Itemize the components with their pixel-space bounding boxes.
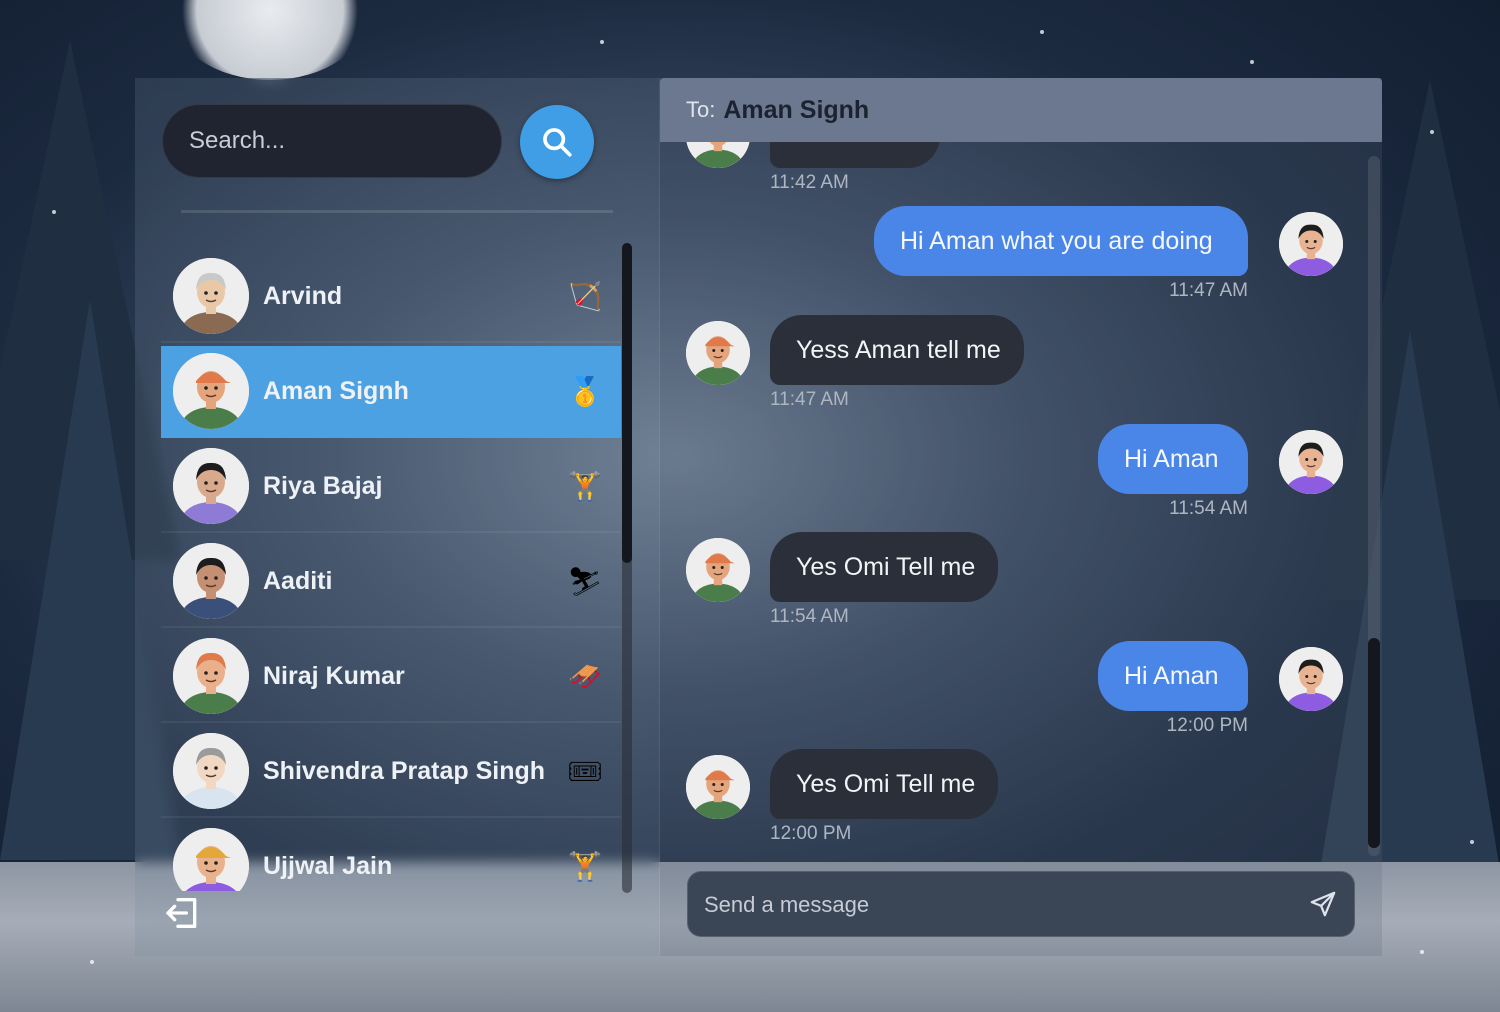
contact-item[interactable]: Shivendra Pratap Singh 🎟: [161, 726, 621, 818]
avatar: [173, 733, 249, 809]
logout-icon[interactable]: [163, 893, 203, 933]
contact-name: Riya Bajaj: [263, 471, 383, 500]
activity-emoji-icon: 🏹: [567, 280, 603, 312]
avatar: [173, 258, 249, 334]
contact-name: Shivendra Pratap Singh: [263, 756, 546, 785]
to-label: To:: [686, 97, 716, 122]
contact-item[interactable]: Aman Signh 🥇: [161, 346, 621, 438]
message-timestamp: 11:54 AM: [770, 606, 849, 627]
contact-name: Aman Signh: [263, 376, 409, 405]
avatar: [1279, 647, 1343, 711]
activity-emoji-icon: ⛷: [567, 565, 603, 597]
chat-scrollbar-thumb[interactable]: [1368, 638, 1380, 848]
contact-item[interactable]: Riya Bajaj 🏋: [161, 441, 621, 533]
message-bubble: Hi Aman what you are doing: [874, 206, 1248, 276]
avatar: [173, 638, 249, 714]
message-bubble: Yes Omi Tell me: [770, 749, 998, 819]
incoming-message: Yess Aman tell me 11:47 AM: [660, 315, 1370, 425]
chat-header: To: Aman Signh: [660, 78, 1382, 142]
send-icon: [1310, 891, 1336, 916]
message-list: 11:42 AM Hi Aman what you are doing 11:47 …: [660, 142, 1370, 854]
message-bubble: Hi Aman: [1098, 641, 1248, 711]
avatar: [686, 538, 750, 602]
avatar: [1279, 212, 1343, 276]
activity-emoji-icon: 🛷: [567, 660, 603, 692]
message-composer: [687, 871, 1355, 938]
avatar: [173, 828, 249, 891]
search-input[interactable]: [162, 104, 502, 178]
contact-list: Arvind 🏹 Aman Signh 🥇 Riya Bajaj 🏋 Aaditi ⛷ Nira…: [161, 251, 621, 891]
contacts-sidebar: Arvind 🏹 Aman Signh 🥇 Riya Bajaj 🏋 Aaditi ⛷ Nira…: [135, 78, 660, 956]
activity-emoji-icon: 🏋: [567, 850, 603, 882]
incoming-message: 11:42 AM: [660, 142, 1370, 208]
avatar: [173, 353, 249, 429]
contact-name: Ujjwal Jain: [263, 851, 393, 880]
contact-name: Arvind: [263, 281, 343, 310]
message-input[interactable]: [688, 872, 1306, 938]
incoming-message: Yes Omi Tell me 11:54 AM: [660, 532, 1370, 642]
message-timestamp: 11:47 AM: [1169, 280, 1248, 301]
message-timestamp: 11:47 AM: [770, 389, 849, 410]
moon-sleigh-decoration: [170, 0, 370, 80]
message-bubble: [770, 142, 940, 168]
message-bubble: Hi Aman: [1098, 424, 1248, 494]
outgoing-message: Hi Aman what you are doing 11:47 AM: [660, 206, 1370, 316]
contact-item[interactable]: Aaditi ⛷: [161, 536, 621, 628]
search-icon: [543, 128, 572, 157]
outgoing-message: Hi Aman 12:00 PM: [660, 641, 1370, 751]
search-button[interactable]: [520, 105, 594, 179]
contact-list-scrollbar-thumb[interactable]: [622, 243, 632, 563]
message-timestamp: 11:42 AM: [770, 172, 849, 193]
contact-item[interactable]: Ujjwal Jain 🏋: [161, 821, 621, 891]
activity-emoji-icon: 🥇: [567, 375, 603, 407]
chat-panel: To: Aman Signh 11:42 AM Hi Aman what you …: [660, 78, 1382, 956]
avatar: [686, 755, 750, 819]
activity-emoji-icon: 🎟: [567, 755, 603, 787]
avatar: [686, 142, 750, 168]
incoming-message: Yes Omi Tell me 12:00 PM: [660, 749, 1370, 854]
avatar: [686, 321, 750, 385]
outgoing-message: Hi Aman 11:54 AM: [660, 424, 1370, 534]
avatar: [173, 543, 249, 619]
avatar: [1279, 430, 1343, 494]
contact-name: Niraj Kumar: [263, 661, 405, 690]
contact-item[interactable]: Niraj Kumar 🛷: [161, 631, 621, 723]
message-bubble: Yess Aman tell me: [770, 315, 1024, 385]
send-button[interactable]: [1306, 888, 1340, 922]
divider: [181, 210, 613, 213]
message-bubble: Yes Omi Tell me: [770, 532, 998, 602]
activity-emoji-icon: 🏋: [567, 470, 603, 502]
message-timestamp: 11:54 AM: [1169, 498, 1248, 519]
contact-name: Aaditi: [263, 566, 333, 595]
contact-item[interactable]: Arvind 🏹: [161, 251, 621, 343]
recipient-name: Aman Signh: [723, 95, 870, 124]
message-timestamp: 12:00 PM: [1166, 715, 1248, 736]
avatar: [173, 448, 249, 524]
message-timestamp: 12:00 PM: [770, 823, 852, 844]
